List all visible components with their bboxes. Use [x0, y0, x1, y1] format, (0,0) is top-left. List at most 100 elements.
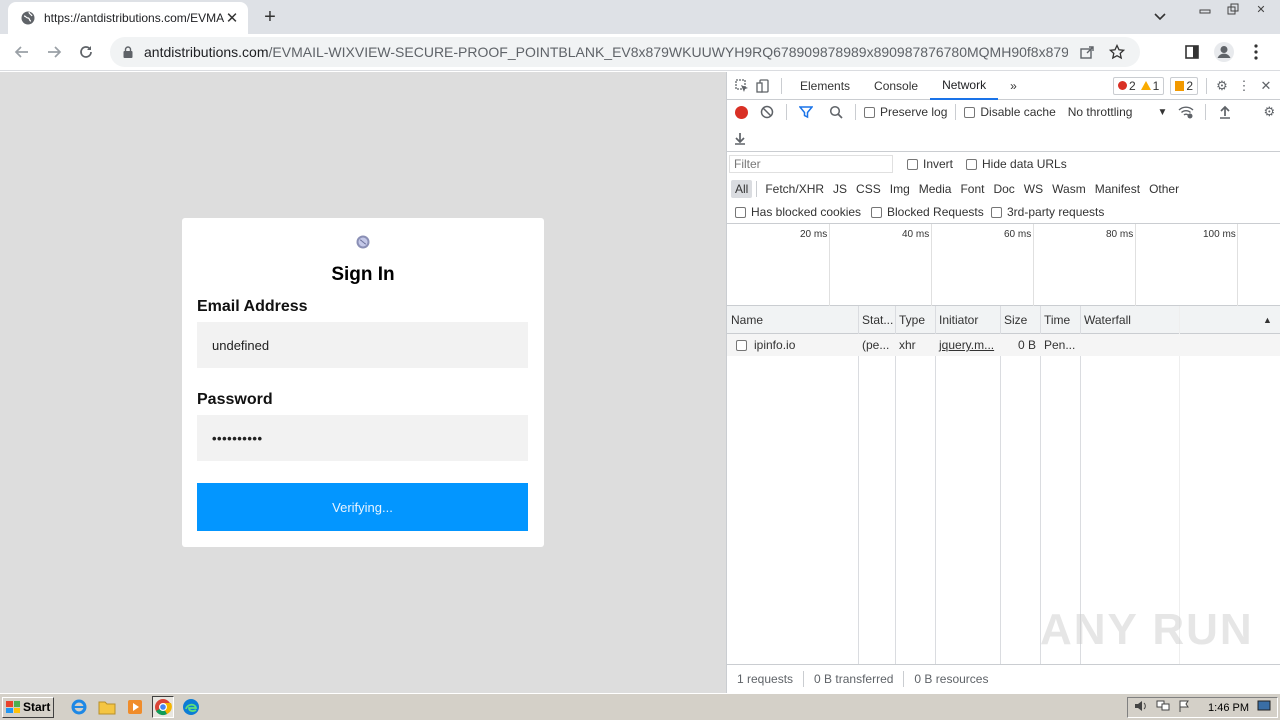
kebab-menu-icon[interactable]: [1244, 40, 1268, 64]
type-filter-media[interactable]: Media: [915, 180, 956, 198]
type-filter-other[interactable]: Other: [1145, 180, 1183, 198]
media-player-icon[interactable]: [124, 696, 146, 718]
toolbar-right: [1180, 40, 1268, 64]
hide-data-urls-label: Hide data URLs: [982, 157, 1067, 171]
error-icon: [1117, 81, 1127, 90]
close-icon[interactable]: ✕: [1255, 75, 1277, 97]
clear-icon[interactable]: [756, 101, 778, 123]
tab-elements[interactable]: Elements: [788, 72, 862, 100]
star-bookmark-icon[interactable]: [1106, 41, 1128, 63]
device-toolbar-icon[interactable]: [753, 75, 775, 97]
internet-explorer-icon[interactable]: [68, 696, 90, 718]
address-bar[interactable]: antdistributions.com/EVMAIL-WIXVIEW-SECU…: [110, 37, 1140, 67]
checkbox[interactable]: [907, 158, 918, 170]
password-field[interactable]: ••••••••••: [197, 415, 528, 461]
type-filter-img[interactable]: Img: [886, 180, 914, 198]
type-filter-fetch-xhr[interactable]: Fetch/XHR: [761, 180, 828, 198]
resource-type-filters: All Fetch/XHR JS CSS Img Media Font Doc …: [731, 180, 1183, 198]
close-tab-icon[interactable]: ✕: [224, 10, 240, 27]
has-blocked-cookies-label: Has blocked cookies: [751, 205, 862, 219]
checkbox[interactable]: [871, 206, 882, 218]
issues-badge[interactable]: 2: [1170, 76, 1198, 95]
column-header-type[interactable]: Type: [895, 306, 935, 334]
folder-icon[interactable]: [96, 696, 118, 718]
table-row[interactable]: ipinfo.io (pe... xhr jquery.m... 0 B Pen…: [727, 334, 1280, 356]
filter-icon[interactable]: [795, 101, 817, 123]
kebab-menu-icon[interactable]: ⋮: [1233, 75, 1255, 97]
browser-tab[interactable]: https://antdistributions.com/EVMAIL ✕: [8, 2, 248, 34]
email-field[interactable]: undefined: [197, 322, 528, 368]
checkbox[interactable]: [735, 206, 746, 218]
blocked-requests-checkbox[interactable]: Blocked Requests: [871, 205, 984, 219]
type-filter-ws[interactable]: WS: [1020, 180, 1047, 198]
checkbox[interactable]: [991, 206, 1002, 218]
third-party-requests-checkbox[interactable]: 3rd-party requests: [991, 205, 1104, 219]
devtools-tabbar: Elements Console Network » 2 1 2 ⚙ ⋮ ✕: [727, 72, 1280, 100]
timeline-overview[interactable]: 20 ms 40 ms 60 ms 80 ms 100 ms: [727, 224, 1280, 306]
download-icon[interactable]: [729, 127, 751, 149]
share-icon[interactable]: [1076, 41, 1098, 63]
type-filter-all[interactable]: All: [731, 180, 753, 198]
column-header-waterfall[interactable]: Waterfall: [1080, 306, 1260, 334]
reload-icon[interactable]: [74, 40, 98, 64]
edge-icon[interactable]: [180, 696, 202, 718]
new-tab-button[interactable]: +: [258, 5, 282, 29]
column-header-name[interactable]: Name: [727, 306, 858, 334]
profile-avatar-icon[interactable]: [1212, 40, 1236, 64]
network-icon[interactable]: [1156, 700, 1170, 715]
tick-label: 40 ms: [902, 229, 930, 240]
transferred-size: 0 B transferred: [804, 671, 905, 687]
filter-input[interactable]: Filter: [729, 155, 893, 173]
password-label: Password: [197, 391, 273, 408]
preserve-log-checkbox[interactable]: Preserve log: [864, 105, 947, 119]
network-settings-gear-icon[interactable]: ⚙: [1258, 101, 1280, 123]
column-header-status[interactable]: Stat...: [858, 306, 895, 334]
tab-console[interactable]: Console: [862, 72, 930, 100]
forward-arrow-icon[interactable]: [42, 40, 66, 64]
signin-card: Sign In Email Address undefined Password…: [182, 218, 544, 547]
start-button[interactable]: Start: [2, 696, 54, 718]
sort-up-icon[interactable]: ▲: [1259, 306, 1279, 334]
chrome-icon[interactable]: [152, 696, 174, 718]
checkbox[interactable]: [966, 158, 977, 170]
chevron-down-icon[interactable]: [1150, 8, 1170, 26]
has-blocked-cookies-checkbox[interactable]: Has blocked cookies: [735, 205, 861, 219]
close-window-icon[interactable]: ✕: [1248, 0, 1274, 18]
type-filter-font[interactable]: Font: [956, 180, 988, 198]
invert-checkbox[interactable]: Invert: [907, 157, 953, 171]
record-icon[interactable]: [735, 105, 748, 119]
back-arrow-icon[interactable]: [10, 40, 34, 64]
windows-flag-icon: [6, 701, 20, 713]
type-filter-wasm[interactable]: Wasm: [1048, 180, 1090, 198]
side-panel-icon[interactable]: [1180, 40, 1204, 64]
checkbox[interactable]: [864, 106, 875, 118]
row-initiator-link[interactable]: jquery.m...: [939, 338, 994, 352]
tick-line: [829, 224, 830, 306]
type-filter-css[interactable]: CSS: [852, 180, 885, 198]
column-header-initiator[interactable]: Initiator: [935, 306, 1000, 334]
column-header-size[interactable]: Size: [1000, 306, 1040, 334]
type-filter-manifest[interactable]: Manifest: [1091, 180, 1144, 198]
tab-network[interactable]: Network: [930, 72, 999, 100]
column-header-time[interactable]: Time: [1040, 306, 1080, 334]
volume-icon[interactable]: [1134, 700, 1148, 715]
search-icon[interactable]: [825, 101, 847, 123]
show-desktop-icon[interactable]: [1257, 700, 1271, 715]
minimize-icon[interactable]: [1192, 0, 1218, 18]
warning-icon: [1140, 81, 1151, 90]
type-filter-js[interactable]: JS: [829, 180, 851, 198]
flag-notification-icon[interactable]: [1178, 700, 1190, 715]
more-tabs-button[interactable]: »: [998, 72, 1029, 100]
restore-icon[interactable]: [1220, 0, 1246, 18]
inspect-element-icon[interactable]: [731, 75, 753, 97]
upload-icon[interactable]: [1214, 101, 1236, 123]
hide-data-urls-checkbox[interactable]: Hide data URLs: [966, 157, 1067, 171]
type-filter-doc[interactable]: Doc: [989, 180, 1018, 198]
throttling-select[interactable]: No throttling ▼: [1068, 105, 1168, 119]
disable-cache-checkbox[interactable]: Disable cache: [964, 105, 1056, 119]
errors-warnings-badge[interactable]: 2 1: [1112, 76, 1165, 95]
checkbox[interactable]: [964, 106, 976, 118]
network-conditions-icon[interactable]: [1175, 101, 1197, 123]
gear-icon[interactable]: ⚙: [1211, 75, 1233, 97]
verify-button[interactable]: Verifying...: [197, 483, 528, 531]
